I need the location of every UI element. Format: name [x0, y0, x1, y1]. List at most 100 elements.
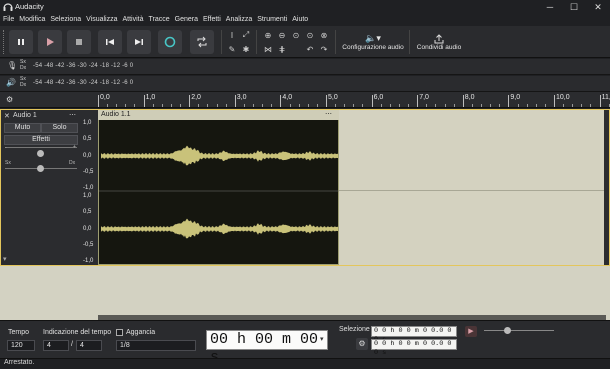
pan-right-label: Dx [69, 160, 76, 166]
ruler-minor-tick [544, 104, 546, 107]
track-name[interactable]: Audio 1 [13, 112, 37, 119]
ruler-minor-tick [116, 104, 118, 107]
gain-slider-track [5, 147, 77, 148]
time-signature-label: Indicazione del tempo [43, 329, 112, 336]
solo-button[interactable]: Solo [41, 123, 78, 133]
ruler-minor-tick [499, 104, 501, 107]
amplitude-label: 0,5 [83, 209, 92, 216]
menu-tracce[interactable]: Tracce [149, 14, 170, 26]
pause-icon [18, 39, 24, 45]
microphone-icon[interactable]: 🎙 [7, 61, 17, 70]
play-meter-channels: Sx Dx [20, 76, 26, 88]
undo-icon[interactable]: ↶ [304, 43, 316, 55]
play-speed-slider[interactable] [504, 327, 511, 334]
snap-checkbox[interactable] [116, 329, 123, 336]
menu-seleziona[interactable]: Seleziona [50, 14, 81, 26]
clip-name[interactable]: Audio 1.1 [98, 110, 339, 120]
menu-file[interactable]: File [3, 14, 14, 26]
menu-analizza[interactable]: Analizza [226, 14, 252, 26]
fit-project-icon[interactable]: ⊙ [304, 29, 316, 41]
fit-selection-icon[interactable]: ⊙ [290, 29, 302, 41]
selection-tool-icon[interactable]: I [226, 29, 238, 41]
silence-icon[interactable]: ⋕ [276, 43, 288, 55]
skip-to-end-button[interactable] [127, 30, 151, 54]
ruler-minor-tick [408, 104, 410, 107]
multi-tool-icon[interactable]: ✱ [240, 43, 252, 55]
loop-button[interactable] [190, 30, 214, 54]
redo-icon[interactable]: ↷ [318, 43, 330, 55]
close-icon[interactable]: ✕ [586, 0, 610, 14]
play-at-speed-button[interactable]: ▶ [465, 326, 477, 337]
trim-icon[interactable]: ⋈ [262, 43, 274, 55]
ruler-minor-tick [517, 104, 519, 107]
track-menu-icon[interactable]: ⋯ [69, 111, 76, 119]
ruler-minor-tick [526, 104, 528, 107]
ruler-tick [143, 95, 145, 107]
speaker-icon: 🔈▾ [365, 33, 381, 43]
menu-genera[interactable]: Genera [175, 14, 198, 26]
tempo-field[interactable]: 120 [7, 340, 35, 351]
mute-button[interactable]: Muto [4, 123, 41, 133]
ruler-tick-label: 0,0 [100, 94, 110, 101]
zoom-in-icon[interactable]: ⊕ [262, 29, 274, 41]
amplitude-label: 1,0 [83, 193, 92, 199]
zoom-toggle-icon[interactable]: ⊗ [318, 29, 330, 41]
play-button[interactable] [38, 30, 62, 54]
stop-button[interactable] [67, 30, 91, 54]
play-meter-scale[interactable]: -54 -48 -42 -36 -30 -24 -18 -12 -6 0 [33, 80, 133, 86]
menu-effetti[interactable]: Effetti [203, 14, 221, 26]
record-button[interactable] [158, 30, 182, 54]
empty-project-area[interactable] [0, 266, 610, 320]
ruler-minor-tick [581, 104, 583, 107]
selection-settings-gear-icon[interactable]: ⚙ [356, 338, 368, 350]
pause-button[interactable] [9, 30, 33, 54]
clip-menu-icon[interactable]: ⋯ [325, 110, 332, 118]
settings-gear-icon[interactable]: ⚙ [6, 95, 13, 104]
gain-slider[interactable] [37, 150, 44, 157]
record-icon [164, 36, 176, 48]
close-track-icon[interactable]: ✕ [4, 112, 10, 120]
ruler-minor-tick [453, 104, 455, 107]
draw-tool-icon[interactable]: ✎ [226, 43, 238, 55]
selection-start-field[interactable]: 0 0 h 0 0 m 0 0.0 0 0 s [371, 326, 457, 344]
snap-label: Aggancia [126, 329, 156, 336]
ruler-tick-label: 9,0 [510, 94, 521, 101]
ruler-minor-tick [207, 104, 209, 107]
share-audio-button[interactable]: Condividi audio [413, 29, 465, 55]
time-format-dropdown-icon[interactable]: ▾ [320, 335, 324, 343]
ruler-tick [508, 95, 510, 107]
snap-select[interactable]: 1/8 [116, 340, 196, 351]
minimize-icon[interactable]: ─ [538, 0, 562, 14]
skip-to-start-button[interactable] [98, 30, 122, 54]
time-signature-denominator[interactable]: 4 [76, 340, 102, 351]
empty-track-area[interactable] [339, 110, 604, 265]
time-display[interactable]: 00 h 00 m 00 s [206, 330, 328, 366]
ruler-minor-tick [271, 104, 273, 107]
tempo-label: Tempo [8, 329, 30, 336]
maximize-icon[interactable]: ☐ [562, 0, 586, 14]
record-meter-scale[interactable]: -54 -48 -42 -36 -30 -24 -18 -12 -6 0 [33, 63, 133, 69]
pan-slider[interactable] [37, 165, 44, 172]
audio-clip[interactable] [98, 110, 340, 265]
menu-strumenti[interactable]: Strumenti [257, 14, 287, 26]
effects-button[interactable]: Effetti [4, 135, 78, 145]
time-signature-numerator[interactable]: 4 [43, 340, 69, 351]
menu-visualizza[interactable]: Visualizza [86, 14, 117, 26]
vertical-scrollbar[interactable] [604, 110, 609, 265]
menu-modifica[interactable]: Modifica [19, 14, 45, 26]
collapse-icon[interactable]: ▾ [3, 255, 7, 263]
envelope-tool-icon[interactable]: ⤢ [240, 29, 252, 41]
menu-attivita[interactable]: Attività [123, 14, 144, 26]
audacity-logo-icon [3, 3, 13, 11]
zoom-out-icon[interactable]: ⊖ [276, 29, 288, 41]
menu-aiuto[interactable]: Aiuto [292, 14, 308, 26]
audio-setup-button[interactable]: 🔈▾ Configurazione audio [340, 29, 406, 55]
ruler-minor-tick [243, 104, 245, 107]
speaker-meter-icon[interactable]: 🔊 [6, 78, 16, 87]
skip-end-icon [135, 39, 143, 45]
amplitude-label: -0,5 [83, 241, 94, 248]
selection-end-field[interactable]: 0 0 h 0 0 m 0 0.0 0 0 s [371, 339, 457, 357]
vertical-ruler[interactable]: 1,0 0,5 0,0 -0,5 -1,0 1,0 0,5 0,0 -0,5 -1,0 [81, 110, 98, 265]
amplitude-label: -0,5 [83, 168, 94, 175]
toolbar-grip[interactable] [3, 30, 6, 54]
